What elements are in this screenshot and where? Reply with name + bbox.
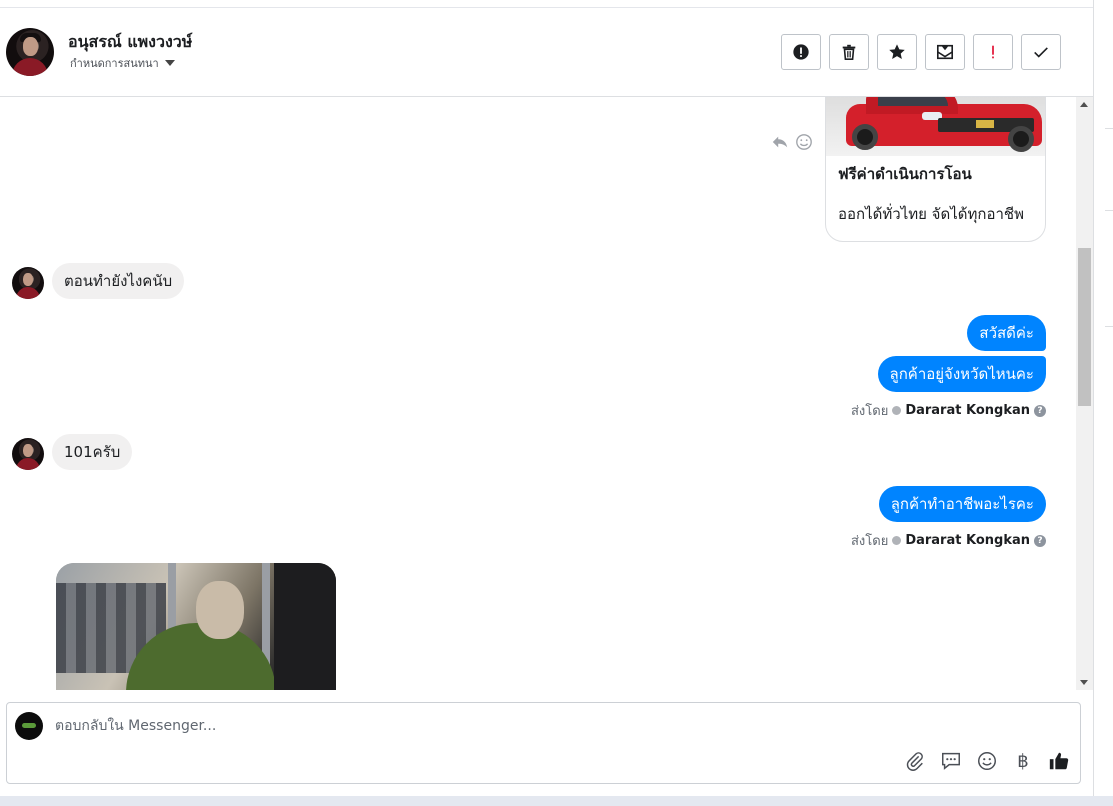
top-divider [0, 0, 1093, 8]
help-icon[interactable]: ? [1034, 534, 1046, 547]
promo-card-message[interactable]: ฟรีค่าดำเนินการโอน ออกได้ทั่วไทย จัดได้ท… [825, 97, 1046, 242]
composer-tools: ฿ [904, 750, 1070, 772]
emoji-react-icon[interactable] [795, 133, 813, 151]
reply-icon[interactable] [771, 133, 789, 151]
scroll-up-icon[interactable] [1080, 102, 1088, 107]
mark-unread-icon [936, 44, 954, 60]
incoming-message[interactable]: ตอนทำยังไงคนับ [52, 263, 185, 299]
thread-scrollbar[interactable] [1076, 97, 1093, 690]
payment-icon[interactable]: ฿ [1012, 751, 1034, 772]
incoming-message[interactable]: 101ครับ [52, 434, 133, 470]
conversation-schedule-dropdown[interactable]: กำหนดการสนทนา [70, 54, 175, 72]
delete-button[interactable] [829, 34, 869, 70]
message-thread: ฟรีค่าดำเนินการโอน ออกได้ทั่วไทย จัดได้ท… [0, 97, 1076, 690]
outgoing-message[interactable]: สวัสดีค่ะ [967, 315, 1046, 351]
page-avatar [15, 712, 43, 740]
verified-dot-icon [892, 406, 902, 415]
messenger-inbox-panel: อนุสรณ์ แพงวงวษ์ กำหนดการสนทนา ฟรีค่าดำเ… [0, 0, 1093, 796]
check-icon [1034, 47, 1048, 58]
sent-by-agent[interactable]: Dararat Kongkan [905, 403, 1030, 418]
sent-by-agent[interactable]: Dararat Kongkan [905, 533, 1030, 548]
caret-down-icon [164, 60, 175, 66]
sent-by-prefix: ส่งโดย [850, 404, 889, 419]
sent-by-label: ส่งโดย Dararat Kongkan ? [851, 530, 1046, 551]
sent-by-prefix: ส่งโดย [850, 534, 889, 549]
conversation-header: อนุสรณ์ แพงวงวษ์ กำหนดการสนทนา [0, 8, 1093, 97]
message-actions [771, 133, 813, 151]
mark-unread-button[interactable] [925, 34, 965, 70]
saved-replies-icon[interactable] [940, 750, 962, 772]
conversation-toolbar [781, 34, 1061, 70]
promo-card-image [826, 97, 1045, 156]
star-icon [889, 44, 905, 60]
contact-name[interactable]: อนุสรณ์ แพงวงวษ์ [68, 30, 192, 55]
scrollbar-thumb[interactable] [1078, 248, 1091, 406]
scroll-down-icon[interactable] [1080, 680, 1088, 685]
incoming-photo-message[interactable] [56, 563, 336, 690]
bottom-edge [0, 796, 1113, 806]
trash-icon [842, 44, 856, 61]
verified-dot-icon [892, 536, 902, 545]
alert-circle-icon [793, 44, 809, 60]
like-icon[interactable] [1048, 750, 1070, 772]
report-button[interactable] [781, 34, 821, 70]
contact-avatar[interactable] [6, 28, 54, 76]
help-icon[interactable]: ? [1034, 404, 1046, 417]
reply-composer: ฿ [6, 702, 1081, 784]
contact-avatar-small [12, 267, 44, 299]
mark-done-button[interactable] [1021, 34, 1061, 70]
star-button[interactable] [877, 34, 917, 70]
promo-card-description: ออกได้ทั่วไทย จัดได้ทุกอาชีพ [838, 205, 1024, 223]
contact-avatar-small [12, 438, 44, 470]
emoji-icon[interactable] [976, 750, 998, 772]
right-edge-panel [1093, 0, 1113, 806]
attachment-icon[interactable] [904, 750, 926, 772]
promo-card-title: ฟรีค่าดำเนินการโอน [838, 165, 972, 183]
flag-important-button[interactable] [973, 34, 1013, 70]
schedule-label: กำหนดการสนทนา [70, 57, 159, 70]
sent-by-label: ส่งโดย Dararat Kongkan ? [851, 400, 1046, 421]
outgoing-message[interactable]: ลูกค้าทำอาชีพอะไรคะ [878, 486, 1046, 522]
reply-input[interactable] [55, 715, 655, 737]
exclamation-icon [992, 45, 994, 59]
outgoing-message[interactable]: ลูกค้าอยู่จังหวัดไหนคะ [877, 356, 1046, 392]
